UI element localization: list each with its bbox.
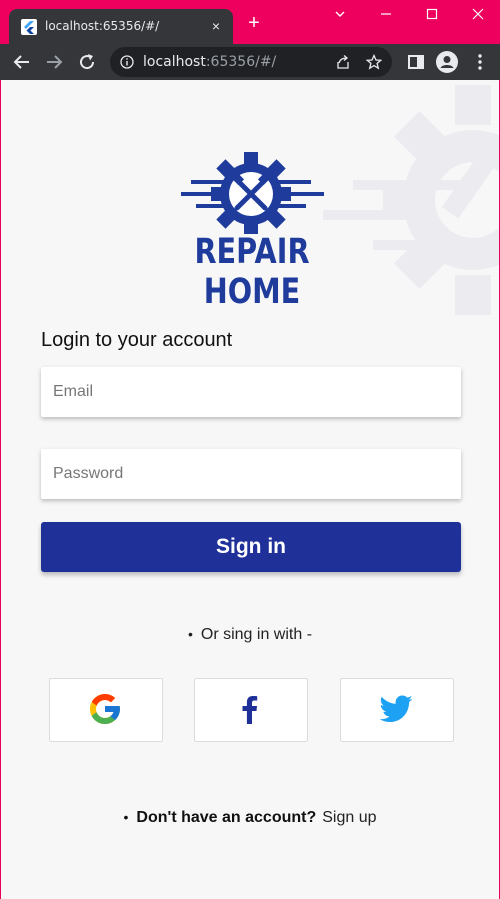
gear-wrench-logo-icon: [181, 152, 324, 234]
password-input[interactable]: [53, 449, 449, 499]
forward-arrow-icon[interactable]: [44, 52, 64, 72]
url-path: :65356/#/: [205, 54, 277, 70]
twitter-sign-in-button[interactable]: [340, 678, 454, 742]
side-panel-icon[interactable]: [406, 52, 426, 72]
google-sign-in-button[interactable]: [49, 678, 163, 742]
browser-tab-strip: localhost:65356/#/ × +: [0, 0, 500, 44]
repair-home-logo: REPAIR HOME: [171, 152, 333, 312]
maximize-icon[interactable]: [422, 6, 442, 26]
url-host: localhost: [143, 54, 206, 70]
sign-in-button[interactable]: Sign in: [41, 522, 461, 572]
bookmark-star-icon[interactable]: [365, 53, 383, 70]
bullet: •: [123, 809, 129, 825]
login-heading: Login to your account: [41, 329, 233, 351]
or-sign-in-text: Or sing in with -: [200, 626, 313, 643]
browser-menu-icon[interactable]: [470, 52, 490, 72]
bullet: •: [187, 626, 193, 642]
tab-title: localhost:65356/#/: [45, 19, 160, 33]
email-input[interactable]: [53, 367, 449, 417]
reload-icon[interactable]: [77, 52, 97, 72]
browser-tab[interactable]: localhost:65356/#/ ×: [9, 9, 233, 44]
site-info-icon[interactable]: [120, 55, 134, 69]
logo-text: REPAIR HOME: [194, 232, 310, 312]
twitter-icon: [379, 695, 413, 723]
address-bar[interactable]: localhost:65356/#/: [110, 47, 392, 77]
login-page: REPAIR HOME Login to your account Sign i…: [1, 80, 499, 899]
new-tab-button[interactable]: +: [244, 13, 264, 33]
share-icon[interactable]: [335, 54, 351, 70]
no-account-text: Don't have an account?: [136, 809, 317, 826]
password-field[interactable]: [41, 449, 461, 499]
back-arrow-icon[interactable]: [12, 52, 32, 72]
tab-close-icon[interactable]: ×: [209, 17, 223, 35]
facebook-sign-in-button[interactable]: [194, 678, 308, 742]
email-field[interactable]: [41, 367, 461, 417]
flutter-favicon-icon: [21, 19, 37, 35]
facebook-icon: [242, 696, 258, 724]
or-sign-in-with: • Or sing in with -: [1, 624, 499, 645]
url-text: localhost:65356/#/: [143, 54, 276, 70]
sign-up-link[interactable]: Sign up: [322, 809, 376, 826]
minimize-icon[interactable]: [376, 6, 396, 26]
gear-watermark-icon: [323, 80, 499, 340]
profile-avatar-icon[interactable]: [436, 51, 458, 73]
signup-prompt: • Don't have an account? Sign up: [1, 807, 499, 828]
browser-toolbar: localhost:65356/#/: [0, 44, 500, 80]
tab-search-chevron-icon[interactable]: [330, 6, 350, 26]
close-window-icon[interactable]: [468, 6, 488, 26]
google-icon: [90, 694, 120, 724]
